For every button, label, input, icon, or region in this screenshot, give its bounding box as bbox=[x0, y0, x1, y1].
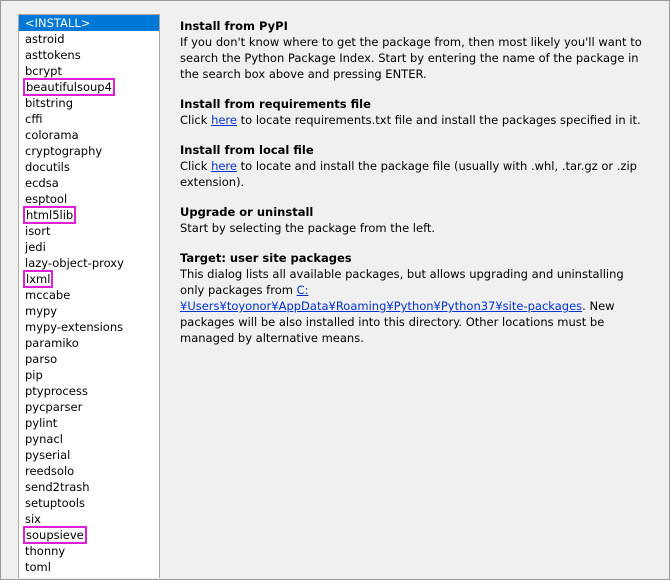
package-list-item[interactable]: thonny bbox=[19, 543, 159, 559]
package-name: bcrypt bbox=[25, 64, 62, 78]
package-list-item[interactable]: bitstring bbox=[19, 95, 159, 111]
package-name: send2trash bbox=[25, 480, 90, 494]
package-list-item[interactable]: toml bbox=[19, 559, 159, 575]
package-manager-dialog: <INSTALL> astroid asttokens bcrypt beautiful… bbox=[0, 0, 670, 580]
package-list-item[interactable]: paramiko bbox=[19, 335, 159, 351]
package-list-item[interactable]: beautifulsoup4 bbox=[19, 78, 159, 96]
package-list-item[interactable]: lxml bbox=[19, 270, 159, 288]
package-name: beautifulsoup4 bbox=[23, 78, 115, 96]
local-file-heading: Install from local file bbox=[180, 143, 314, 157]
package-name: isort bbox=[25, 224, 51, 238]
package-name: bitstring bbox=[25, 96, 74, 110]
package-list-item[interactable]: send2trash bbox=[19, 479, 159, 495]
package-name: pyserial bbox=[25, 448, 71, 462]
package-name: pip bbox=[25, 368, 43, 382]
package-name: lxml bbox=[22, 270, 54, 288]
package-list-item[interactable]: reedsolo bbox=[19, 463, 159, 479]
package-name: colorama bbox=[25, 128, 79, 142]
package-list-item[interactable]: cffi bbox=[19, 111, 159, 127]
package-name: pylint bbox=[25, 416, 58, 430]
package-list-item[interactable]: pylint bbox=[19, 415, 159, 431]
local-file-section: Install from local file Click here to lo… bbox=[180, 142, 650, 190]
package-name: ptyprocess bbox=[25, 384, 88, 398]
target-text-before: This dialog lists all available packages… bbox=[180, 267, 624, 297]
package-name: mypy-extensions bbox=[25, 320, 124, 334]
package-list-item[interactable]: isort bbox=[19, 223, 159, 239]
local-text-after: to locate and install the package file (… bbox=[180, 159, 637, 189]
package-name: six bbox=[25, 512, 41, 526]
package-name: ecdsa bbox=[25, 176, 59, 190]
target-description: This dialog lists all available packages… bbox=[180, 266, 650, 346]
package-list-item[interactable]: pip bbox=[19, 367, 159, 383]
package-list-item[interactable]: setuptools bbox=[19, 495, 159, 511]
upgrade-section: Upgrade or uninstall Start by selecting … bbox=[180, 204, 650, 236]
package-list-item[interactable]: pynacl bbox=[19, 431, 159, 447]
package-list-item[interactable]: mypy bbox=[19, 303, 159, 319]
package-list-item[interactable]: parso bbox=[19, 351, 159, 367]
target-heading: Target: user site packages bbox=[180, 251, 352, 265]
package-list-item[interactable]: astroid bbox=[19, 31, 159, 47]
requirements-text-after: to locate requirements.txt file and inst… bbox=[236, 113, 641, 127]
pypi-description: If you don't know where to get the packa… bbox=[180, 35, 642, 81]
package-list-item[interactable]: six bbox=[19, 511, 159, 527]
package-list-item[interactable]: html5lib bbox=[19, 206, 159, 224]
package-list-item[interactable]: pycparser bbox=[19, 399, 159, 415]
package-name: mypy bbox=[25, 304, 58, 318]
package-name: toml bbox=[25, 560, 51, 574]
package-name: esptool bbox=[25, 192, 68, 206]
local-file-description: Click here to locate and install the pac… bbox=[180, 158, 650, 190]
package-name: pycparser bbox=[25, 400, 83, 414]
package-name: thonny bbox=[25, 544, 66, 558]
package-list-item[interactable]: soupsieve bbox=[19, 526, 159, 544]
package-name: reedsolo bbox=[25, 464, 75, 478]
requirements-here-link[interactable]: here bbox=[211, 113, 237, 127]
package-name: pynacl bbox=[25, 432, 63, 446]
package-list-item[interactable]: cryptography bbox=[19, 143, 159, 159]
package-name: jedi bbox=[25, 240, 46, 254]
info-panel: Install from PyPI If you don't know wher… bbox=[180, 18, 650, 360]
package-list-item[interactable]: jedi bbox=[19, 239, 159, 255]
package-name: html5lib bbox=[22, 206, 77, 224]
package-name: <INSTALL> bbox=[25, 16, 91, 30]
pypi-heading: Install from PyPI bbox=[180, 19, 288, 33]
package-name: parso bbox=[25, 352, 58, 366]
package-name: cffi bbox=[25, 112, 43, 126]
package-list-item[interactable]: docutils bbox=[19, 159, 159, 175]
package-list-item[interactable]: ptyprocess bbox=[19, 383, 159, 399]
package-name: lazy-object-proxy bbox=[25, 256, 124, 270]
package-list-item[interactable]: mypy-extensions bbox=[19, 319, 159, 335]
package-list-item[interactable]: mccabe bbox=[19, 287, 159, 303]
package-list-item[interactable]: lazy-object-proxy bbox=[19, 255, 159, 271]
package-name: asttokens bbox=[25, 48, 81, 62]
requirements-text-before: Click bbox=[180, 113, 212, 127]
package-list[interactable]: <INSTALL> astroid asttokens bcrypt beautiful… bbox=[18, 14, 160, 578]
package-list-item[interactable]: esptool bbox=[19, 191, 159, 207]
package-name: docutils bbox=[25, 160, 70, 174]
package-list-item[interactable]: colorama bbox=[19, 127, 159, 143]
package-name: astroid bbox=[25, 32, 65, 46]
local-text-before: Click bbox=[180, 159, 212, 173]
package-name: soupsieve bbox=[23, 526, 87, 544]
package-list-item[interactable]: bcrypt bbox=[19, 63, 159, 79]
package-list-item[interactable]: asttokens bbox=[19, 47, 159, 63]
package-name: setuptools bbox=[25, 496, 85, 510]
package-name: mccabe bbox=[25, 288, 71, 302]
upgrade-description: Start by selecting the package from the … bbox=[180, 221, 436, 235]
pypi-section: Install from PyPI If you don't know wher… bbox=[180, 18, 650, 82]
package-list-item[interactable]: ecdsa bbox=[19, 175, 159, 191]
requirements-section: Install from requirements file Click her… bbox=[180, 96, 650, 128]
target-section: Target: user site packages This dialog l… bbox=[180, 250, 650, 346]
requirements-description: Click here to locate requirements.txt fi… bbox=[180, 112, 650, 128]
package-list-item[interactable]: <INSTALL> bbox=[19, 15, 159, 31]
requirements-heading: Install from requirements file bbox=[180, 97, 371, 111]
package-list-item[interactable]: pyserial bbox=[19, 447, 159, 463]
package-name: paramiko bbox=[25, 336, 79, 350]
package-name: cryptography bbox=[25, 144, 103, 158]
local-file-here-link[interactable]: here bbox=[211, 159, 237, 173]
upgrade-heading: Upgrade or uninstall bbox=[180, 205, 314, 219]
